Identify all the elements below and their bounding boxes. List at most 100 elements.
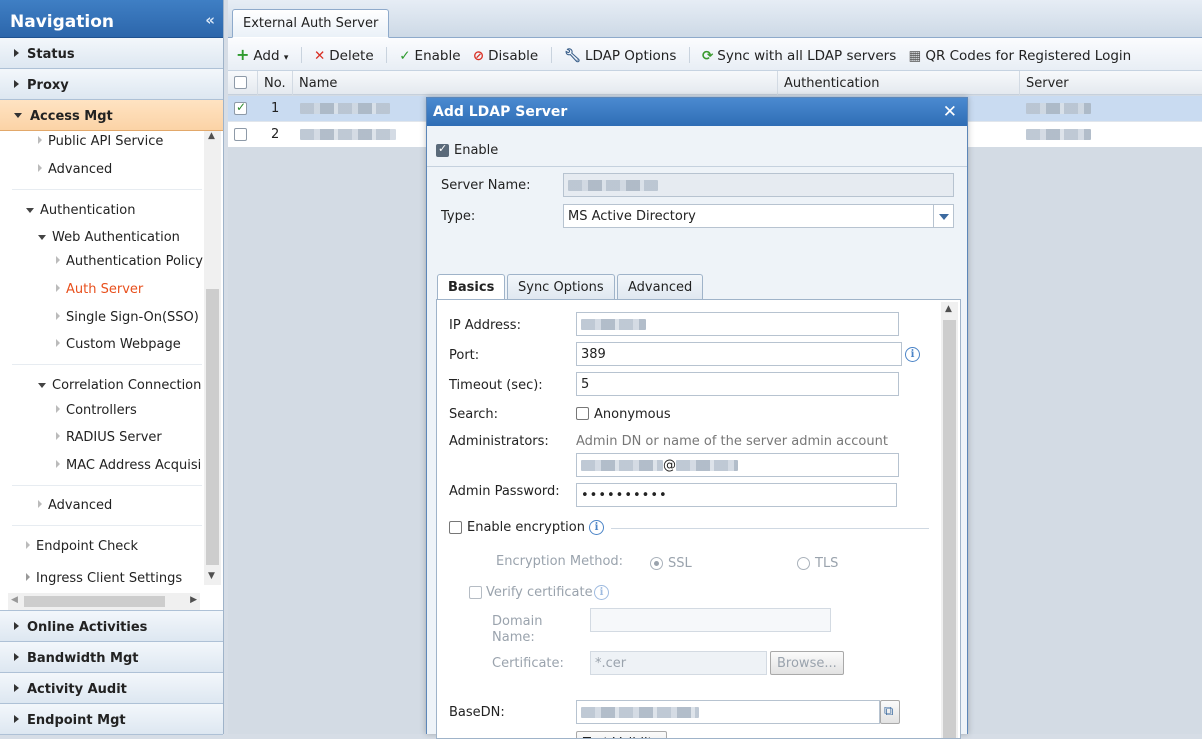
row-checkbox[interactable] — [234, 100, 247, 115]
disable-button[interactable]: ⊘ Disable — [473, 48, 538, 64]
close-icon[interactable]: ✕ — [943, 102, 957, 122]
tab-bar: External Auth Server — [228, 0, 1202, 38]
basedn-input[interactable] — [576, 700, 880, 724]
nav-section-bandwidth-mgt[interactable]: Bandwidth Mgt — [0, 642, 223, 673]
tab-advanced[interactable]: Advanced — [617, 274, 704, 300]
info-icon[interactable]: i — [589, 520, 604, 535]
tls-radio[interactable] — [797, 557, 810, 570]
panel-scrollbar[interactable]: ▲ — [941, 302, 958, 738]
tree-item-endpoint-check[interactable]: Endpoint Check — [26, 539, 138, 554]
nav-section-access-mgt[interactable]: Access Mgt — [0, 100, 223, 131]
select-all-header[interactable] — [228, 71, 258, 95]
tree-arrow-icon — [56, 284, 60, 292]
tree-item-ingress-client[interactable]: Ingress Client Settings — [26, 571, 182, 586]
sync-ldap-button[interactable]: ⟳ Sync with all LDAP servers — [702, 48, 896, 64]
enable-encryption-checkbox[interactable] — [449, 521, 462, 534]
scroll-left-icon[interactable]: ◀ — [11, 595, 18, 605]
tree-horizontal-scrollbar[interactable]: ◀ ▶ — [8, 593, 200, 610]
column-header-name[interactable]: Name — [293, 71, 778, 95]
tree-arrow-icon — [56, 312, 60, 320]
add-button[interactable]: + Add ▾ — [236, 45, 288, 64]
divider — [427, 166, 967, 167]
tree-item-advanced-2[interactable]: Advanced — [38, 498, 112, 513]
tree-item-advanced[interactable]: Advanced — [38, 162, 112, 177]
scroll-up-icon[interactable]: ▲ — [945, 304, 952, 314]
tree-item-authentication-policy[interactable]: Authentication Policy — [56, 254, 203, 269]
ssl-radio[interactable] — [650, 557, 663, 570]
directory-browse-icon[interactable]: ⧉ — [880, 700, 900, 724]
anonymous-checkbox[interactable] — [576, 407, 589, 420]
row-number: 2 — [271, 127, 280, 142]
port-input[interactable]: 389 — [576, 342, 902, 366]
scroll-up-icon[interactable]: ▲ — [208, 131, 215, 141]
delete-button[interactable]: ✕ Delete — [314, 48, 374, 64]
test-validity-button[interactable]: Test Validity — [576, 731, 668, 738]
nav-section-online-activities[interactable]: Online Activities — [0, 611, 223, 642]
expand-arrow-icon — [14, 653, 19, 661]
nav-section-status[interactable]: Status — [0, 38, 223, 69]
collapse-arrow-icon — [14, 113, 22, 118]
tree-open-arrow-icon — [26, 208, 34, 213]
nav-section-proxy[interactable]: Proxy — [0, 69, 223, 100]
info-icon[interactable]: i — [905, 347, 920, 362]
ip-address-redacted — [581, 319, 646, 330]
type-select[interactable]: MS Active Directory — [563, 204, 954, 228]
toolbar-divider — [688, 47, 690, 63]
tree-item-web-authentication[interactable]: Web Authentication — [38, 230, 180, 245]
tree-item-sso[interactable]: Single Sign-On(SSO) — [56, 310, 199, 325]
column-header-server[interactable]: Server — [1020, 71, 1202, 95]
tree-item-correlation-connection[interactable]: Correlation Connection — [38, 378, 201, 393]
enable-button[interactable]: ✓ Enable — [399, 48, 460, 64]
chevron-down-icon[interactable] — [933, 205, 953, 227]
expand-arrow-icon — [14, 715, 19, 723]
admin-domain-redacted — [676, 460, 738, 471]
domain-name-label: Domain Name: — [492, 614, 543, 645]
domain-name-input[interactable] — [590, 608, 831, 632]
scrollbar-thumb[interactable] — [206, 289, 219, 565]
tree-item-public-api[interactable]: Public API Service — [38, 134, 163, 149]
expand-arrow-icon — [14, 49, 19, 57]
scroll-down-icon[interactable]: ▼ — [208, 571, 215, 581]
timeout-input[interactable]: 5 — [576, 372, 899, 396]
verify-certificate-checkbox[interactable] — [469, 586, 482, 599]
admin-password-input[interactable]: •••••••••• — [576, 483, 897, 507]
nav-header: Navigation « — [0, 0, 223, 38]
access-mgt-tree: Public API Service Advanced Authenticati… — [0, 131, 223, 611]
enable-checkbox[interactable] — [436, 142, 449, 157]
tab-external-auth-server[interactable]: External Auth Server — [232, 9, 390, 38]
ip-address-input[interactable] — [576, 312, 899, 336]
tab-sync-options[interactable]: Sync Options — [507, 274, 615, 300]
tree-item-auth-server[interactable]: Auth Server — [56, 282, 143, 297]
server-name-input[interactable] — [563, 173, 954, 197]
scrollbar-thumb[interactable] — [943, 320, 956, 738]
certificate-input[interactable]: *.cer — [590, 651, 767, 675]
browse-button[interactable]: Browse... — [770, 651, 844, 675]
tree-item-authentication[interactable]: Authentication — [26, 203, 135, 218]
tree-item-radius-server[interactable]: RADIUS Server — [56, 430, 162, 445]
collapse-icon[interactable]: « — [205, 11, 215, 29]
nav-section-activity-audit[interactable]: Activity Audit — [0, 673, 223, 704]
anonymous-label: Anonymous — [594, 407, 671, 422]
server-name-label: Server Name: — [441, 178, 531, 193]
column-header-authentication[interactable]: Authentication — [778, 71, 1020, 95]
tree-open-arrow-icon — [38, 235, 46, 240]
tab-basics[interactable]: Basics — [437, 274, 506, 301]
ldap-options-button[interactable]: 🔧︎ LDAP Options — [564, 48, 677, 64]
basedn-redacted — [581, 707, 699, 718]
select-all-checkbox[interactable] — [234, 76, 247, 89]
expand-arrow-icon — [14, 684, 19, 692]
ip-address-label: IP Address: — [449, 318, 521, 333]
administrators-input[interactable]: @ — [576, 453, 899, 477]
scrollbar-thumb[interactable] — [24, 596, 165, 607]
scroll-right-icon[interactable]: ▶ — [190, 595, 197, 605]
tree-vertical-scrollbar[interactable]: ▲ ▼ — [204, 131, 221, 585]
row-checkbox[interactable] — [234, 128, 247, 141]
qr-codes-button[interactable]: ▦ QR Codes for Registered Login — [909, 48, 1132, 64]
info-icon[interactable]: i — [594, 585, 609, 600]
tree-item-mac-address[interactable]: MAC Address Acquisi — [56, 458, 201, 473]
nav-section-endpoint-mgt[interactable]: Endpoint Mgt — [0, 704, 223, 735]
server-name-redacted — [568, 180, 658, 191]
tree-item-controllers[interactable]: Controllers — [56, 403, 137, 418]
tree-item-custom-webpage[interactable]: Custom Webpage — [56, 337, 181, 352]
column-header-no[interactable]: No. — [258, 71, 293, 95]
